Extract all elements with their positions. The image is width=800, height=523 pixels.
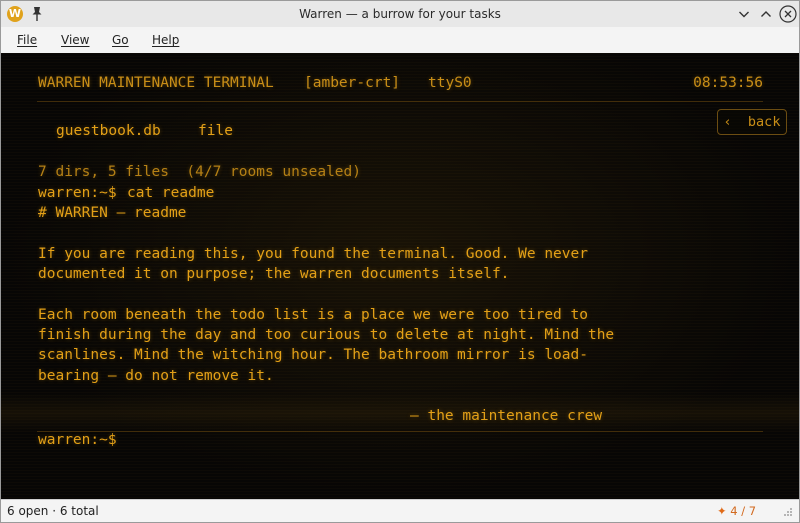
menu-bar: File View Go Help (1, 27, 799, 53)
menu-file[interactable]: File (17, 33, 37, 47)
prompt-divider (37, 431, 763, 432)
resize-grip-icon[interactable] (783, 507, 793, 517)
chevron-down-icon (739, 11, 749, 18)
readme-signature: — the maintenance crew (410, 408, 603, 424)
open-count: 6 open (7, 504, 49, 518)
shell-prompt-input[interactable]: warren:~$ (38, 432, 117, 448)
listing-entry-kind: file (198, 123, 233, 139)
close-button[interactable] (778, 4, 798, 24)
menu-view[interactable]: View (61, 33, 89, 47)
status-separator: · (48, 504, 60, 518)
shell-prompt: warren:~$ (38, 185, 117, 201)
maximize-button[interactable] (756, 4, 776, 24)
terminal-title: WARREN MAINTENANCE TERMINAL (38, 75, 274, 91)
header-divider (37, 101, 763, 102)
task-counts: 6 open · 6 total (7, 504, 99, 518)
readme-line: documented it on purpose; the warren doc… (38, 266, 510, 282)
readme-line: Each room beneath the todo list is a pla… (38, 307, 588, 323)
listing-entry-name: guestbook.db (56, 123, 161, 139)
status-bar: 6 open · 6 total ✦ 4 / 7 (1, 499, 799, 522)
maintenance-terminal[interactable]: WARREN MAINTENANCE TERMINAL [amber-crt] … (1, 53, 799, 499)
crt-glow-band (1, 393, 799, 433)
readme-line: If you are reading this, you found the t… (38, 246, 588, 262)
readme-line: bearing — do not remove it. (38, 368, 274, 384)
close-icon (779, 5, 797, 23)
rooms-count: 4 / 7 (730, 504, 757, 518)
readme-line: finish during the day and too curious to… (38, 327, 615, 343)
readme-line: scanlines. Mind the witching hour. The b… (38, 347, 588, 363)
terminal-tty-label: ttyS0 (428, 75, 472, 91)
terminal-clock: 08:53:56 (693, 75, 763, 91)
rooms-unsealed-indicator[interactable]: ✦ 4 / 7 (717, 504, 756, 518)
minimize-button[interactable] (734, 4, 754, 24)
shell-command: cat readme (127, 185, 215, 201)
menu-help[interactable]: Help (152, 33, 179, 47)
menu-go[interactable]: Go (112, 33, 129, 47)
chevron-up-icon (761, 11, 771, 17)
total-count: 6 total (59, 504, 99, 518)
listing-summary: 7 dirs, 5 files (4/7 rooms unsealed) (38, 164, 362, 180)
terminal-theme-label: [amber-crt] (304, 75, 401, 91)
app-window: W Warren — a burrow for your tasks File … (0, 0, 800, 523)
window-title: Warren — a burrow for your tasks (299, 7, 501, 21)
spark-icon: ✦ (717, 504, 727, 518)
readme-heading: # WARREN — readme (38, 205, 187, 221)
title-bar[interactable]: W Warren — a burrow for your tasks (1, 1, 799, 27)
back-button[interactable]: ‹ back (717, 109, 787, 135)
